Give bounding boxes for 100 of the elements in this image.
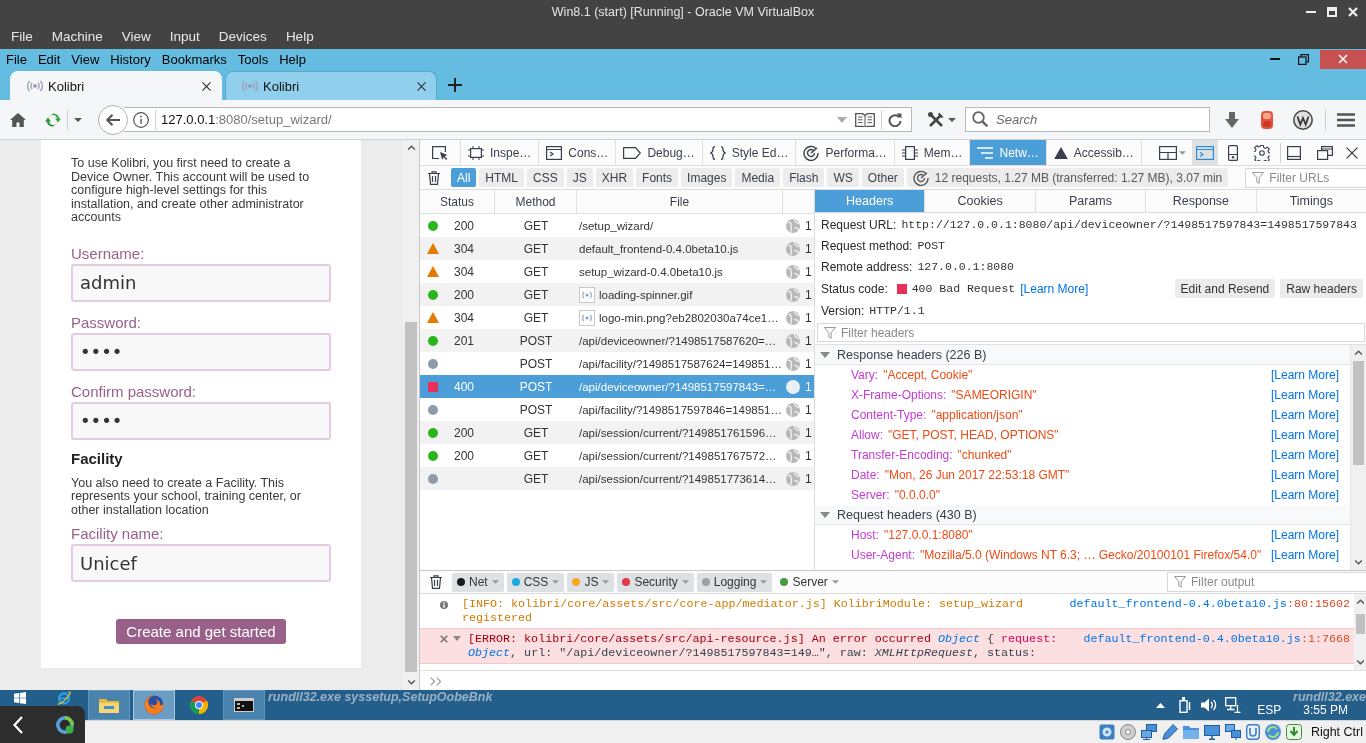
- filter-field[interactable]: Filter output: [1167, 572, 1366, 592]
- scroll-up-icon[interactable]: [406, 145, 416, 150]
- filter-button[interactable]: CSS: [527, 168, 564, 187]
- tool-tab[interactable]: Accessib…: [1046, 140, 1142, 165]
- tab[interactable]: Cookies: [925, 190, 1036, 212]
- filter-button[interactable]: Media: [735, 168, 781, 187]
- menu-item[interactable]: Help: [279, 51, 306, 67]
- menu-item[interactable]: Input: [169, 29, 200, 44]
- source-link[interactable]: default_frontend-0.4.0beta10.js:1:7668: [1083, 632, 1350, 646]
- windows-icon[interactable]: [1317, 145, 1333, 160]
- disc-icon[interactable]: [1119, 724, 1136, 740]
- table-row[interactable]: GET /api/session/current/?149851773614… 1: [420, 467, 814, 490]
- back-button[interactable]: [98, 104, 128, 135]
- learn-more-link[interactable]: [Learn More]: [1270, 548, 1339, 562]
- scroll-up-icon[interactable]: [1355, 599, 1365, 604]
- filter-button[interactable]: Flash: [783, 168, 825, 187]
- scroll-up-icon[interactable]: [1354, 350, 1363, 355]
- back-chevron-icon[interactable]: [13, 715, 23, 734]
- tab[interactable]: Params: [1035, 190, 1147, 212]
- learn-more-link[interactable]: [Learn More]: [1270, 488, 1339, 502]
- reload-icon[interactable]: [888, 112, 902, 127]
- filter-button[interactable]: Logging: [696, 572, 773, 592]
- scrollbar-thumb[interactable]: [405, 322, 417, 672]
- dock-icon[interactable]: [1287, 145, 1301, 160]
- menu-item[interactable]: View: [121, 29, 151, 44]
- menu-item[interactable]: Machine: [51, 29, 103, 44]
- split-console-button[interactable]: [1192, 140, 1218, 165]
- taskbar-button[interactable]: [223, 690, 265, 720]
- browser-tab[interactable]: Kolibri: [225, 71, 437, 100]
- learn-more-link[interactable]: [Learn More]: [1020, 281, 1089, 296]
- section-header[interactable]: Response headers (226 B): [815, 345, 1350, 365]
- browser-tab[interactable]: Kolibri: [10, 71, 222, 100]
- network-icon[interactable]: [1225, 697, 1242, 713]
- home-icon[interactable]: [10, 112, 26, 127]
- address-field[interactable]: 127.0.0.1:8080/setup_wizard/: [124, 107, 912, 132]
- table-row[interactable]: 200 GET /api/session/current/?149851761596… 1: [420, 421, 814, 444]
- tool-tab[interactable]: Style Ed…: [702, 140, 797, 165]
- submit-button[interactable]: Create and get started: [116, 619, 286, 644]
- learn-more-link[interactable]: [Learn More]: [1270, 368, 1339, 382]
- menu-item[interactable]: View: [71, 51, 100, 67]
- filter-button[interactable]: Security: [617, 572, 694, 592]
- filter-button[interactable]: WS: [827, 168, 859, 187]
- tools-icon[interactable]: [928, 111, 944, 128]
- filter-button[interactable]: JS: [567, 572, 615, 592]
- phone-icon[interactable]: [1228, 144, 1238, 161]
- input-field[interactable]: ••••: [71, 332, 331, 371]
- refresh-arrows-icon[interactable]: [45, 111, 61, 128]
- learn-more-link[interactable]: [Learn More]: [1270, 428, 1339, 442]
- table-row[interactable]: 200 GET /setup_wizard/ 1: [420, 214, 814, 237]
- menu-item[interactable]: Edit: [37, 51, 61, 67]
- filter-button[interactable]: CSS: [506, 572, 565, 592]
- table-row[interactable]: 304 GET logo-min.png?eb2802030a74ce1… 1: [420, 306, 814, 329]
- learn-more-link[interactable]: [Learn More]: [1270, 388, 1339, 402]
- maximize-icon[interactable]: [1327, 7, 1337, 17]
- menu-item[interactable]: Bookmarks: [161, 51, 227, 67]
- monitors-icon[interactable]: [1224, 724, 1241, 740]
- filter-button[interactable]: Server: [775, 572, 844, 592]
- filter-field[interactable]: Filter headers: [817, 323, 1365, 342]
- learn-more-link[interactable]: [Learn More]: [1270, 448, 1339, 462]
- trash-icon[interactable]: [428, 170, 440, 185]
- filter-button[interactable]: JS: [566, 168, 593, 187]
- filter-button[interactable]: Fonts: [636, 168, 679, 187]
- table-row[interactable]: 304 GET setup_wizard-0.4.0beta10.js 1: [420, 260, 814, 283]
- chevron-up-icon[interactable]: [1156, 702, 1166, 708]
- table-row[interactable]: 200 GET loading-spinner.gif 1: [420, 283, 814, 306]
- tab[interactable]: Timings: [1256, 190, 1366, 212]
- ring-icon[interactable]: [56, 715, 74, 734]
- tab[interactable]: Response: [1146, 190, 1257, 212]
- capsule-icon[interactable]: [1261, 110, 1273, 129]
- input-field[interactable]: Unicef: [71, 544, 331, 582]
- trash-icon[interactable]: [430, 575, 442, 589]
- folder-icon[interactable]: [1182, 725, 1199, 739]
- table-row[interactable]: 304 GET default_frontend-0.4.0beta10.js 1: [420, 237, 814, 260]
- menu-item[interactable]: Devices: [218, 29, 267, 44]
- scroll-down-icon[interactable]: [1354, 560, 1363, 565]
- menu-item[interactable]: File: [11, 29, 33, 44]
- caret-icon[interactable]: [74, 117, 82, 122]
- input-field[interactable]: ••••: [71, 401, 331, 440]
- close-icon[interactable]: [1346, 146, 1358, 159]
- menu-icon[interactable]: [1337, 112, 1355, 127]
- caret-icon[interactable]: [948, 117, 956, 122]
- scroll-down-icon[interactable]: [406, 680, 416, 685]
- battery-icon[interactable]: [1179, 697, 1192, 713]
- table-row[interactable]: 200 GET /api/session/current/?149851767572… 1: [420, 444, 814, 467]
- sync-icon[interactable]: [1264, 724, 1281, 740]
- scrollbar-thumb[interactable]: [1353, 361, 1364, 465]
- input-field[interactable]: admin: [71, 263, 331, 302]
- filter-button[interactable]: Other: [861, 168, 904, 187]
- menu-item[interactable]: History: [110, 51, 151, 67]
- layout-icon[interactable]: [1159, 145, 1177, 160]
- clock[interactable]: 3:55 PM: [1303, 704, 1348, 717]
- settings-icon[interactable]: [1254, 144, 1270, 161]
- filter-button[interactable]: HTML: [479, 168, 524, 187]
- speaker-icon[interactable]: [1201, 698, 1218, 712]
- learn-more-link[interactable]: [Learn More]: [1270, 528, 1339, 542]
- circle-logo-icon[interactable]: [1293, 109, 1313, 130]
- action-button[interactable]: Raw headers: [1280, 279, 1363, 298]
- summary-button[interactable]: 12 requests, 1.27 MB (transferred: 1.27 MB), 3.07 min: [906, 168, 1229, 187]
- u-badge-icon[interactable]: [1245, 724, 1260, 740]
- column-header[interactable]: Method: [495, 190, 577, 213]
